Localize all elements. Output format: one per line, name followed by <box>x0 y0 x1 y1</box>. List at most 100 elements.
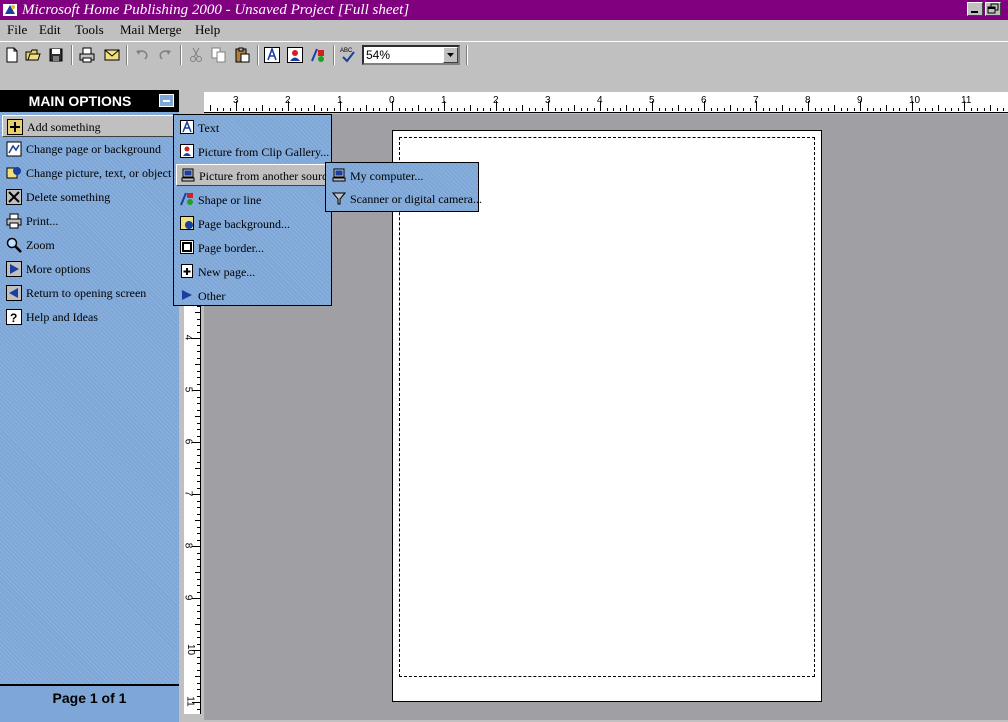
ruler-tick <box>567 108 569 111</box>
ruler-tick <box>197 689 200 690</box>
ruler-tick <box>307 108 309 111</box>
option-more-options[interactable]: More options <box>2 258 174 280</box>
chevron-down-icon[interactable] <box>443 47 458 63</box>
option-change-page[interactable]: Change page or background <box>2 138 174 160</box>
ruler-tick <box>197 663 200 664</box>
menu-item-page-border[interactable]: Page border... <box>176 237 329 259</box>
menu-item-label: Picture from another source <box>199 169 333 183</box>
menu-edit[interactable]: Edit <box>39 22 61 38</box>
ruler-tick <box>229 108 231 111</box>
zoom-combo[interactable]: 54% <box>362 45 460 65</box>
paste-icon[interactable] <box>233 46 251 64</box>
open-icon[interactable] <box>24 46 42 64</box>
menu-item-other[interactable]: Other <box>176 285 329 307</box>
menu-item-clip-gallery[interactable]: Picture from Clip Gallery... <box>176 141 329 163</box>
redo-icon[interactable] <box>156 46 174 64</box>
ruler-tick <box>197 611 200 612</box>
print-icon[interactable] <box>78 46 96 64</box>
menu-item-text[interactable]: Text <box>176 117 329 139</box>
picture-source-submenu: My computer... Scanner or digital camera… <box>325 162 482 212</box>
option-delete[interactable]: Delete something <box>2 186 174 208</box>
menu-item-label: Picture from Clip Gallery... <box>198 145 330 159</box>
menu-tools[interactable]: Tools <box>75 22 104 38</box>
menu-help[interactable]: Help <box>195 22 220 38</box>
ruler-tick <box>195 676 200 677</box>
ruler-tick <box>951 108 952 111</box>
minimize-button[interactable] <box>967 2 983 16</box>
standard-toolbar: ABC 54% <box>0 41 1008 69</box>
ruler-tick <box>197 507 200 508</box>
ruler-tick <box>944 108 946 111</box>
ruler-tick <box>561 108 562 111</box>
ruler-tick <box>385 108 387 111</box>
document-page[interactable] <box>392 130 822 702</box>
restore-button[interactable] <box>985 2 1001 16</box>
ruler-tick <box>535 108 536 111</box>
new-icon[interactable] <box>3 46 21 64</box>
ruler-tick <box>301 108 302 111</box>
option-add-something[interactable]: Add something <box>2 115 174 137</box>
minus-icon[interactable] <box>159 94 174 107</box>
ruler-tick <box>262 105 263 111</box>
copy-icon[interactable] <box>210 46 228 64</box>
ruler-tick <box>197 344 200 346</box>
menu-item-page-background[interactable]: Page background... <box>176 213 329 235</box>
text-tool-icon[interactable] <box>263 46 281 64</box>
menu-item-new-page[interactable]: New page... <box>176 261 329 283</box>
menu-bar: File Edit Tools Mail Merge Help <box>0 20 1008 40</box>
ruler-tick <box>483 108 484 111</box>
panel-title: MAIN OPTIONS <box>28 93 132 109</box>
ruler-tick <box>255 108 257 111</box>
ruler-tick <box>197 455 200 456</box>
menu-file[interactable]: File <box>7 22 27 38</box>
ruler-label: 7 <box>182 490 194 497</box>
delete-icon <box>6 189 22 205</box>
menu-mail-merge[interactable]: Mail Merge <box>120 22 182 38</box>
ruler-label: 5 <box>649 95 655 106</box>
ruler-tick <box>626 105 627 111</box>
ruler-tick <box>195 572 200 573</box>
toolbar-separator <box>466 45 468 65</box>
ruler-tick <box>918 108 920 111</box>
option-return-opening[interactable]: Return to opening screen <box>2 282 174 304</box>
ruler-tick <box>905 108 907 111</box>
ruler-tick <box>197 617 200 619</box>
ruler-tick <box>574 105 575 111</box>
option-change-object[interactable]: Change picture, text, or object <box>2 162 174 184</box>
ruler-tick <box>197 585 200 586</box>
ruler-tick <box>418 105 419 111</box>
undo-icon[interactable] <box>133 46 151 64</box>
shape-tool-icon[interactable] <box>309 46 327 64</box>
help-icon: ? <box>6 309 22 325</box>
change-object-icon <box>6 165 22 181</box>
ruler-tick <box>197 552 200 554</box>
option-zoom[interactable]: Zoom <box>2 234 174 256</box>
ruler-tick <box>996 108 998 111</box>
ruler-tick <box>632 108 634 111</box>
zoom-value[interactable]: 54% <box>366 48 390 62</box>
option-label: Change page or background <box>26 142 161 156</box>
menu-item-picture-other-source[interactable]: Picture from another source <box>176 164 333 186</box>
app-icon[interactable] <box>2 2 18 18</box>
ruler-label: 8 <box>182 542 194 549</box>
ruler-tick <box>197 565 200 567</box>
ruler-tick <box>457 108 458 111</box>
picture-tool-icon[interactable] <box>286 46 304 64</box>
ruler-corner <box>180 90 204 114</box>
ruler-tick <box>197 643 200 645</box>
ruler-tick <box>970 108 972 111</box>
menu-item-my-computer[interactable]: My computer... <box>328 165 476 187</box>
save-icon[interactable] <box>47 46 65 64</box>
menu-item-shape-line[interactable]: Shape or line <box>176 189 329 211</box>
horizontal-ruler[interactable]: 3 2 1 0 1 2 3 4 5 6 7 8 9 10 11 <box>204 92 1008 113</box>
option-help-ideas[interactable]: ? Help and Ideas <box>2 306 174 328</box>
mail-icon[interactable] <box>103 46 121 64</box>
option-print[interactable]: Print... <box>2 210 174 232</box>
ruler-tick <box>424 108 426 111</box>
menu-item-scanner-camera[interactable]: Scanner or digital camera... <box>328 188 482 210</box>
toolbar-separator <box>180 45 182 65</box>
cut-icon[interactable] <box>187 46 205 64</box>
ruler-tick <box>411 108 413 111</box>
spell-check-icon[interactable]: ABC <box>339 46 357 64</box>
ruler-tick <box>528 108 530 111</box>
